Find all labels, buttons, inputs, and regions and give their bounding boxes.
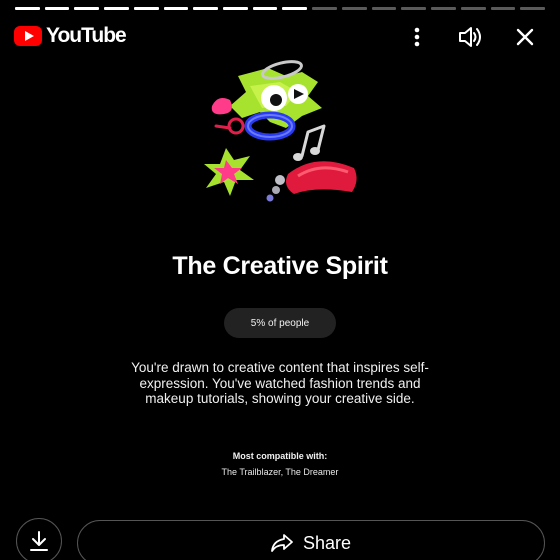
brand-name: YouTube <box>46 24 127 47</box>
volume-button[interactable] <box>458 24 484 50</box>
progress-segment <box>223 7 248 10</box>
progress-segment <box>15 7 40 10</box>
youtube-logo[interactable]: YouTube <box>14 24 127 48</box>
compatible-label: Most compatible with: <box>232 451 328 461</box>
share-label: Share <box>302 532 352 553</box>
more-options-button[interactable] <box>404 24 430 50</box>
progress-segment <box>74 7 100 10</box>
progress-segment <box>282 7 308 10</box>
progress-segment <box>490 7 516 10</box>
top-bar: YouTube <box>0 20 560 54</box>
percent-badge: 5% of people <box>224 308 336 338</box>
download-button[interactable] <box>16 518 62 560</box>
progress-segment <box>312 7 337 10</box>
compatible-value: The Trailblazer, The Dreamer <box>221 467 339 477</box>
progress-segment <box>193 7 219 10</box>
persona-title: The Creative Spirit <box>172 252 388 280</box>
progress-segment <box>133 7 159 10</box>
share-arrow-icon <box>271 534 293 552</box>
creative-spirit-illustration <box>204 60 357 202</box>
progress-segment <box>44 7 70 10</box>
progress-segment <box>104 7 129 10</box>
progress-segment <box>520 7 545 10</box>
progress-segment <box>341 7 367 10</box>
progress-segment <box>401 7 427 10</box>
progress-segment <box>431 7 456 10</box>
story-progress-bar <box>15 7 545 10</box>
volume-icon <box>459 27 481 47</box>
progress-segment <box>252 7 278 10</box>
progress-segment <box>371 7 397 10</box>
close-icon <box>516 28 534 46</box>
more-vert-icon <box>414 27 420 47</box>
download-icon <box>30 531 48 551</box>
progress-segment <box>163 7 189 10</box>
persona-description: You're drawn to creative content that in… <box>131 360 429 406</box>
youtube-logo-icon <box>14 26 42 46</box>
close-button[interactable] <box>512 24 538 50</box>
progress-segment <box>460 7 486 10</box>
share-button[interactable]: Share <box>77 520 545 560</box>
